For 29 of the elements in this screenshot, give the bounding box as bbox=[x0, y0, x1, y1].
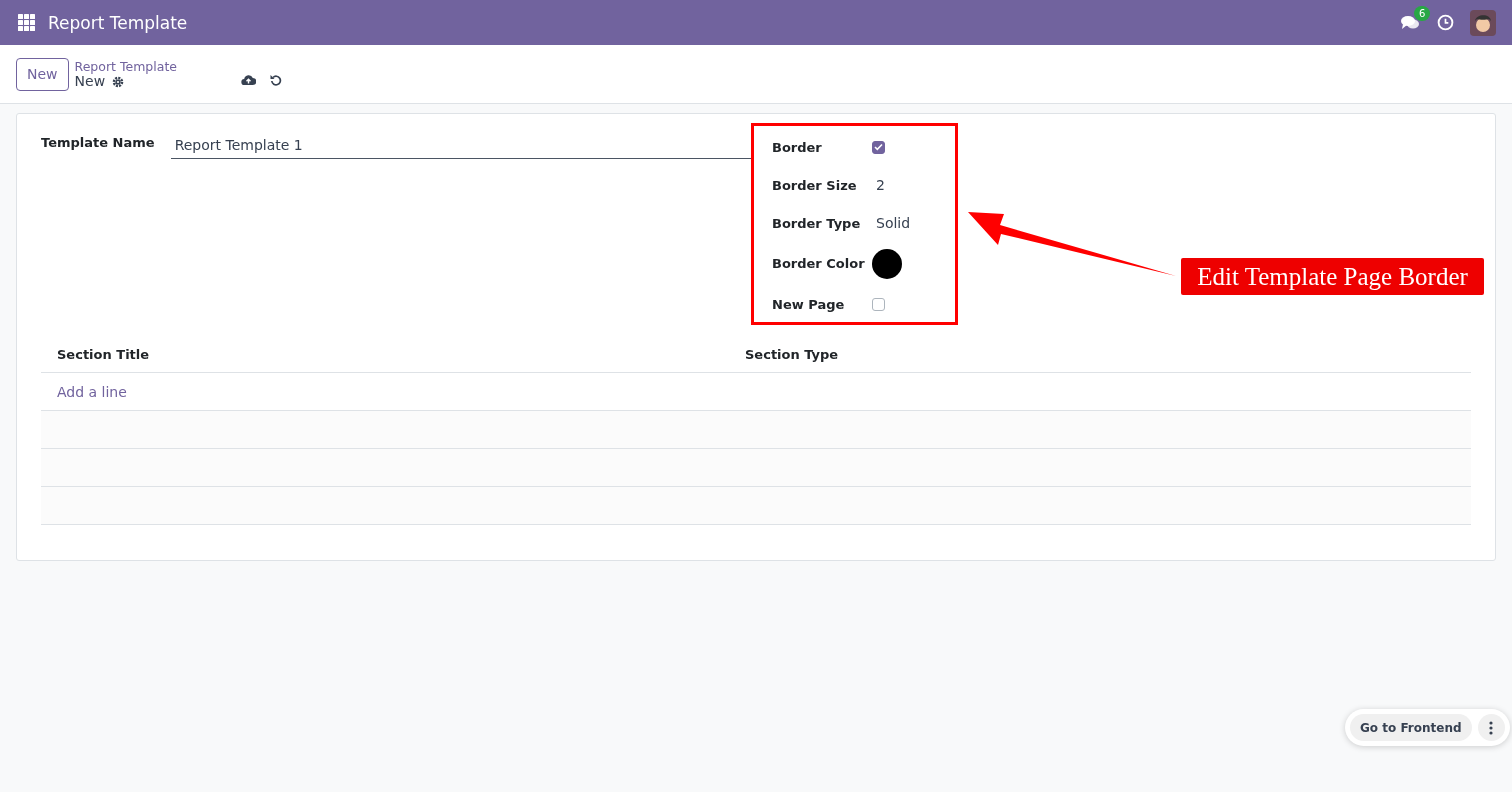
cloud-upload-icon[interactable] bbox=[241, 74, 256, 86]
column-header: Section Type bbox=[745, 347, 839, 362]
checkbox[interactable] bbox=[872, 140, 885, 154]
app-title: Report Template bbox=[48, 12, 188, 33]
new-button[interactable]: New bbox=[16, 57, 69, 91]
undo-icon[interactable] bbox=[270, 74, 282, 86]
clock-icon[interactable] bbox=[1437, 14, 1454, 31]
field-label: New Page bbox=[772, 296, 846, 312]
field-label: Template Name bbox=[41, 135, 155, 150]
kebab-icon bbox=[1489, 720, 1494, 735]
breadcrumb-link[interactable]: Report Template bbox=[74, 59, 177, 74]
go-to-frontend-button[interactable]: Go to Frontend bbox=[1350, 714, 1472, 741]
field-label: Border bbox=[772, 139, 823, 155]
add-line-link[interactable]: Add a line bbox=[57, 383, 127, 400]
avatar-icon[interactable] bbox=[1470, 9, 1496, 36]
field-value[interactable]: Solid bbox=[872, 215, 911, 231]
notification-badge: 6 bbox=[1414, 5, 1431, 21]
annotation-callout: Edit Template Page Border bbox=[1181, 258, 1484, 295]
field-label: Border Size bbox=[772, 177, 858, 193]
column-header: Section Title bbox=[57, 347, 150, 362]
field-value[interactable]: 2 bbox=[872, 177, 885, 193]
record-name: New bbox=[74, 74, 106, 89]
app-menu-icon[interactable] bbox=[18, 14, 35, 31]
field-label: Border Color bbox=[772, 256, 866, 271]
checkbox[interactable] bbox=[872, 297, 885, 311]
field-label: Border Type bbox=[772, 215, 862, 231]
gear-icon[interactable] bbox=[112, 75, 125, 88]
color-swatch[interactable] bbox=[872, 248, 902, 279]
chat-icon[interactable] bbox=[1401, 14, 1419, 31]
